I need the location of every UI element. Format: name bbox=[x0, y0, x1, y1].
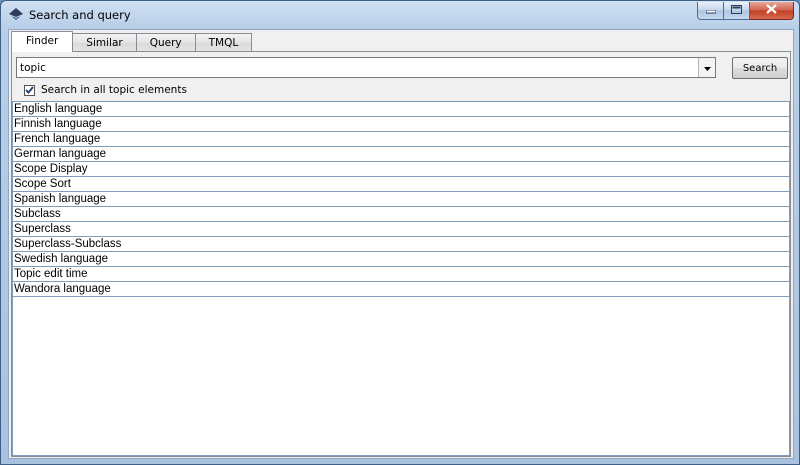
title-bar[interactable]: Search and query bbox=[1, 1, 799, 28]
window-title: Search and query bbox=[29, 8, 131, 22]
window-client-area: Finder Similar Query TMQL Search bbox=[8, 29, 794, 459]
search-button[interactable]: Search bbox=[732, 57, 788, 79]
maximize-button[interactable] bbox=[724, 2, 750, 20]
list-item[interactable]: Scope Display bbox=[13, 162, 789, 177]
list-item[interactable]: Spanish language bbox=[13, 192, 789, 207]
list-item[interactable]: Wandora language bbox=[13, 282, 789, 297]
close-icon bbox=[766, 4, 777, 17]
close-button[interactable] bbox=[750, 2, 794, 20]
finder-panel: Search Search in all topic elements Engl… bbox=[11, 51, 791, 457]
search-input[interactable] bbox=[17, 58, 697, 77]
search-combo-box[interactable] bbox=[16, 57, 716, 78]
tab-similar[interactable]: Similar bbox=[73, 33, 137, 52]
list-item[interactable]: Subclass bbox=[13, 207, 789, 222]
search-history-dropdown[interactable] bbox=[698, 58, 715, 77]
checkmark-icon bbox=[25, 84, 34, 97]
maximize-icon bbox=[731, 4, 742, 17]
search-and-query-window: Search and query Finder Similar Query TM… bbox=[0, 0, 800, 465]
list-item[interactable]: Superclass bbox=[13, 222, 789, 237]
tab-query[interactable]: Query bbox=[136, 33, 196, 52]
list-item[interactable]: French language bbox=[13, 132, 789, 147]
list-item[interactable]: Superclass-Subclass bbox=[13, 237, 789, 252]
list-item[interactable]: Swedish language bbox=[13, 252, 789, 267]
list-item[interactable]: Scope Sort bbox=[13, 177, 789, 192]
search-all-option[interactable]: Search in all topic elements bbox=[24, 83, 187, 97]
tab-tmql[interactable]: TMQL bbox=[195, 33, 253, 52]
results-list[interactable]: English language Finnish language French… bbox=[12, 101, 790, 456]
search-all-label: Search in all topic elements bbox=[41, 84, 187, 96]
tab-bar: Finder Similar Query TMQL bbox=[11, 31, 253, 52]
list-item[interactable]: Topic edit time bbox=[13, 267, 789, 282]
tab-finder[interactable]: Finder bbox=[11, 31, 74, 52]
wandora-app-icon bbox=[8, 7, 24, 21]
search-all-checkbox[interactable] bbox=[24, 84, 35, 97]
chevron-down-icon bbox=[703, 61, 711, 74]
list-item[interactable]: German language bbox=[13, 147, 789, 162]
list-item[interactable]: Finnish language bbox=[13, 117, 789, 132]
minimize-icon bbox=[705, 4, 716, 17]
list-item[interactable]: English language bbox=[13, 102, 789, 117]
minimize-button[interactable] bbox=[697, 2, 724, 20]
